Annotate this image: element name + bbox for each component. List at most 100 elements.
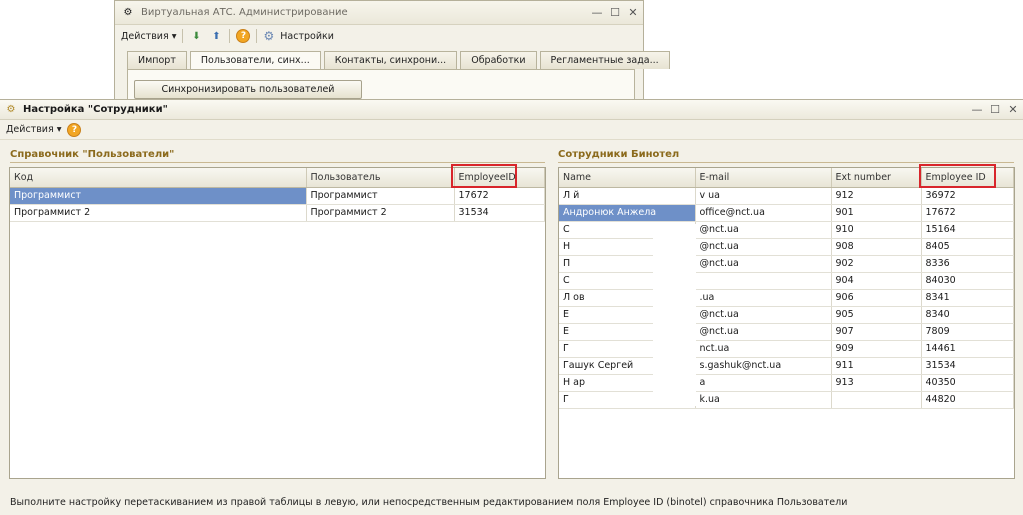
- table-row[interactable]: Программист Программист 17672: [10, 187, 545, 205]
- cell-code[interactable]: Программист: [10, 187, 307, 205]
- cell-employee-id[interactable]: 8405: [921, 238, 1014, 256]
- cell-employee-id[interactable]: 17672: [454, 187, 545, 205]
- cell-employee-id[interactable]: 36972: [921, 187, 1014, 205]
- help-icon[interactable]: ?: [236, 29, 251, 43]
- cell-ext-number[interactable]: 901: [831, 204, 922, 222]
- cell-email[interactable]: .ua: [695, 289, 832, 307]
- cell-name[interactable]: Л й: [559, 187, 696, 205]
- cell-ext-number[interactable]: 907: [831, 323, 922, 341]
- cell-email[interactable]: @nct.ua: [695, 323, 832, 341]
- cell-user[interactable]: Программист: [306, 187, 455, 205]
- cell-employee-id[interactable]: 7809: [921, 323, 1014, 341]
- actions-menu[interactable]: Действия ▾: [6, 124, 61, 135]
- maximize-icon[interactable]: ☐: [607, 5, 623, 21]
- cell-ext-number[interactable]: 912: [831, 187, 922, 205]
- tab-scheduled-tasks[interactable]: Регламентные зада...: [539, 51, 670, 69]
- cell-employee-id[interactable]: 31534: [454, 204, 545, 222]
- cell-ext-number[interactable]: 906: [831, 289, 922, 307]
- export-users-icon[interactable]: ⬆: [209, 29, 223, 43]
- cell-employee-id[interactable]: 8340: [921, 306, 1014, 324]
- column-header-employee-id[interactable]: EmployeeID: [454, 168, 545, 188]
- cell-ext-number[interactable]: 910: [831, 221, 922, 239]
- cell-employee-id[interactable]: 17672: [921, 204, 1014, 222]
- tab-contacts-sync[interactable]: Контакты, синхрони...: [323, 51, 458, 69]
- main-window-titlebar: ⚙ Настройка "Сотрудники" — ☐ ✕: [0, 100, 1023, 120]
- column-header-user[interactable]: Пользователь: [306, 168, 455, 188]
- table-row[interactable]: П @nct.ua 902 8336: [559, 255, 1014, 273]
- table-row[interactable]: Г nct.ua 909 14461: [559, 340, 1014, 358]
- cell-ext-number[interactable]: 908: [831, 238, 922, 256]
- instruction-text: Выполните настройку перетаскиванием из п…: [10, 497, 848, 508]
- cell-employee-id[interactable]: 84030: [921, 272, 1014, 290]
- cell-ext-number[interactable]: [831, 391, 922, 409]
- cell-email[interactable]: @nct.ua: [695, 255, 832, 273]
- binotel-employees-title: Сотрудники Бинотел: [558, 149, 680, 160]
- bg-actions-menu[interactable]: Действия ▾: [121, 31, 176, 42]
- table-row[interactable]: Программист 2 Программист 2 31534: [10, 204, 545, 222]
- main-window-title: Настройка "Сотрудники": [23, 104, 168, 115]
- maximize-icon[interactable]: ☐: [987, 102, 1003, 118]
- column-header-ext-number[interactable]: Ext number: [831, 168, 922, 188]
- cell-name[interactable]: Андронюк Анжела: [559, 204, 696, 222]
- cell-email[interactable]: s.gashuk@nct.ua: [695, 357, 832, 375]
- table-header-row: Name E-mail Ext number Employee ID: [559, 168, 1014, 188]
- table-row[interactable]: Андронюк Анжела office@nct.ua 901 17672: [559, 204, 1014, 222]
- table-row[interactable]: Е @nct.ua 907 7809: [559, 323, 1014, 341]
- column-header-name[interactable]: Name: [559, 168, 696, 188]
- sync-users-button[interactable]: Синхронизировать пользователей: [134, 80, 362, 99]
- close-icon[interactable]: ✕: [625, 5, 641, 21]
- table-row[interactable]: Л йv ua 912 36972: [559, 187, 1014, 205]
- minimize-icon[interactable]: —: [589, 5, 605, 21]
- cell-employee-id[interactable]: 14461: [921, 340, 1014, 358]
- cell-employee-id[interactable]: 44820: [921, 391, 1014, 409]
- table-row[interactable]: Н ар а 913 40350: [559, 374, 1014, 392]
- table-row[interactable]: С 904 84030: [559, 272, 1014, 290]
- column-header-email[interactable]: E-mail: [695, 168, 832, 188]
- tab-processing[interactable]: Обработки: [460, 51, 537, 69]
- column-header-code[interactable]: Код: [10, 168, 307, 188]
- cell-email[interactable]: k.ua: [695, 391, 832, 409]
- cell-ext-number[interactable]: 911: [831, 357, 922, 375]
- cell-ext-number[interactable]: 913: [831, 374, 922, 392]
- cell-email[interactable]: [695, 272, 832, 290]
- cell-user[interactable]: Программист 2: [306, 204, 455, 222]
- settings-icon[interactable]: ⚙: [263, 29, 274, 43]
- cell-ext-number[interactable]: 904: [831, 272, 922, 290]
- cell-email[interactable]: а: [695, 374, 832, 392]
- help-icon[interactable]: ?: [67, 122, 82, 137]
- cell-employee-id[interactable]: 8341: [921, 289, 1014, 307]
- users-directory-title: Справочник "Пользователи": [10, 149, 175, 160]
- cell-employee-id[interactable]: 40350: [921, 374, 1014, 392]
- settings-button[interactable]: Настройки: [280, 31, 334, 42]
- cell-email[interactable]: nct.ua: [695, 340, 832, 358]
- users-table[interactable]: Код Пользователь EmployeeID Программист …: [9, 167, 546, 479]
- redaction-overlay: [653, 224, 696, 406]
- cell-employee-id[interactable]: 15164: [921, 221, 1014, 239]
- background-admin-window: ⚙ Виртуальная АТС. Администрирование — ☐…: [114, 0, 670, 105]
- close-icon[interactable]: ✕: [1005, 102, 1021, 118]
- table-row[interactable]: Е @nct.ua 905 8340: [559, 306, 1014, 324]
- column-header-employee-id[interactable]: Employee ID: [921, 168, 1014, 188]
- table-row[interactable]: Л ов .ua 906 8341: [559, 289, 1014, 307]
- cell-email[interactable]: @nct.ua: [695, 306, 832, 324]
- cell-employee-id[interactable]: 31534: [921, 357, 1014, 375]
- table-row[interactable]: Н @nct.ua 908 8405: [559, 238, 1014, 256]
- table-row[interactable]: Гашук Сергей s.gashuk@nct.ua 911 31534: [559, 357, 1014, 375]
- toolbar-separator: [229, 29, 231, 43]
- tab-import[interactable]: Импорт: [127, 51, 187, 69]
- cell-email[interactable]: v ua: [695, 187, 832, 205]
- cell-ext-number[interactable]: 909: [831, 340, 922, 358]
- binotel-employees-table[interactable]: Name E-mail Ext number Employee ID Л йv …: [558, 167, 1015, 479]
- cell-email[interactable]: @nct.ua: [695, 238, 832, 256]
- cell-ext-number[interactable]: 905: [831, 306, 922, 324]
- cell-ext-number[interactable]: 902: [831, 255, 922, 273]
- tab-users-sync[interactable]: Пользователи, синх...: [189, 51, 321, 70]
- minimize-icon[interactable]: —: [969, 102, 985, 118]
- cell-email[interactable]: @nct.ua: [695, 221, 832, 239]
- table-row[interactable]: С @nct.ua 910 15164: [559, 221, 1014, 239]
- import-users-icon[interactable]: ⬇: [189, 29, 203, 43]
- cell-code[interactable]: Программист 2: [10, 204, 307, 222]
- cell-email[interactable]: office@nct.ua: [695, 204, 832, 222]
- cell-employee-id[interactable]: 8336: [921, 255, 1014, 273]
- table-row[interactable]: Г k.ua 44820: [559, 391, 1014, 409]
